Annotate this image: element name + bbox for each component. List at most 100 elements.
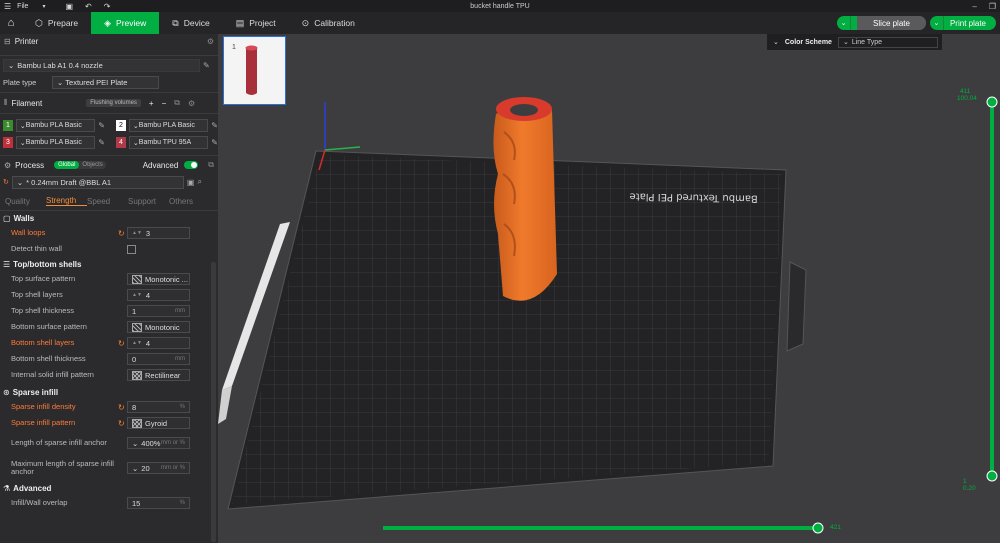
- minus-icon[interactable]: −: [162, 99, 167, 108]
- home-icon[interactable]: ⌂: [0, 12, 22, 34]
- param-internal-solid-infill-pattern: Internal solid infill pattern Rectilinea…: [0, 367, 218, 383]
- filament-slot-1[interactable]: 1: [3, 120, 13, 131]
- model-object[interactable]: [493, 97, 557, 301]
- edit-icon[interactable]: ✎: [211, 121, 218, 130]
- top-surface-pattern-select[interactable]: Monotonic ...: [127, 273, 190, 285]
- internal-solid-infill-pattern-select[interactable]: Rectilinear: [127, 369, 190, 381]
- bottom-shell-thickness-input[interactable]: 0 mm: [127, 353, 190, 365]
- flushing-volumes-button[interactable]: Flushing volumes: [86, 99, 141, 107]
- edit-icon[interactable]: ✎: [98, 138, 105, 147]
- tab-speed[interactable]: Speed: [87, 197, 128, 206]
- chevron-down-icon[interactable]: ⌄: [773, 38, 779, 46]
- tab-project[interactable]: ▤ Project: [223, 12, 289, 34]
- tab-device[interactable]: ⧉ Device: [159, 12, 222, 34]
- save-icon[interactable]: ▣: [187, 178, 195, 187]
- move-slider[interactable]: [383, 522, 824, 534]
- layer-slider[interactable]: [986, 96, 998, 482]
- filament-slot-4[interactable]: 4: [116, 137, 126, 148]
- 3d-viewport[interactable]: Bambu Textured PEI Plate: [218, 34, 1000, 543]
- printer-select[interactable]: ⌄ Bambu Lab A1 0.4 nozzle: [3, 58, 200, 72]
- param-value: 3: [145, 228, 151, 238]
- settings-scrollbar[interactable]: [211, 262, 216, 542]
- tab-strength[interactable]: Strength: [46, 196, 87, 206]
- wall-loops-input[interactable]: ▲▼ 3: [127, 227, 190, 239]
- tab-support[interactable]: Support: [128, 197, 169, 206]
- sparse-infill-pattern-select[interactable]: Gyroid: [127, 417, 190, 429]
- param-bottom-shell-thickness: Bottom shell thickness 0 mm: [0, 351, 218, 367]
- param-value: Gyroid: [145, 418, 168, 428]
- param-infill-wall-overlap: Infill/Wall overlap 15%: [0, 495, 218, 511]
- filament-slot-3[interactable]: 3: [3, 137, 13, 148]
- sparse-infill-density-input[interactable]: 8%: [127, 401, 190, 413]
- minimize-icon[interactable]: –: [972, 2, 976, 11]
- tab-preview[interactable]: ◈ Preview: [91, 12, 160, 34]
- restore-icon[interactable]: ❐: [989, 2, 996, 11]
- edit-icon[interactable]: ✎: [203, 61, 210, 70]
- sync-icon[interactable]: ⧉: [174, 98, 180, 108]
- stepper-icon[interactable]: ▲▼: [132, 293, 142, 298]
- refresh-icon[interactable]: ↻: [3, 178, 9, 186]
- plate-thumbnail[interactable]: 1: [223, 36, 286, 105]
- gear-icon[interactable]: ⚙: [207, 37, 214, 46]
- param-label: Bottom shell thickness: [11, 354, 86, 363]
- sparse-group-header[interactable]: ⊛ Sparse infill: [0, 385, 218, 399]
- reset-icon[interactable]: ↻: [118, 419, 125, 428]
- menu-icon[interactable]: ☰: [4, 2, 11, 11]
- max-length-anchor-input[interactable]: ⌄ 20 mm or %: [127, 462, 190, 474]
- top-shell-layers-input[interactable]: ▲▼ 4: [127, 289, 190, 301]
- top-shell-thickness-input[interactable]: 1 mm: [127, 305, 190, 317]
- tab-prepare[interactable]: ⬡ Prepare: [22, 12, 91, 34]
- filament-select[interactable]: ⌄ Bambu TPU 95A: [128, 136, 209, 149]
- plate-scene: Bambu Textured PEI Plate: [218, 96, 998, 534]
- plate-type-select[interactable]: ⌄ Textured PEI Plate: [52, 75, 159, 89]
- undo-icon[interactable]: ↶: [85, 2, 92, 11]
- topbottom-group-header[interactable]: ☰ Top/bottom shells: [0, 257, 218, 271]
- global-objects-toggle[interactable]: Global Objects: [54, 161, 106, 169]
- process-preset-select[interactable]: ⌄ * 0.24mm Draft @BBL A1: [11, 175, 184, 189]
- walls-group-header[interactable]: ▢ Walls: [0, 211, 218, 225]
- stepper-icon[interactable]: ▲▼: [132, 231, 142, 236]
- plus-icon[interactable]: +: [149, 99, 154, 108]
- chevron-down-icon[interactable]: ⌄: [837, 16, 852, 30]
- param-label: Internal solid infill pattern: [11, 370, 94, 379]
- redo-icon[interactable]: ↷: [104, 2, 111, 11]
- compare-icon[interactable]: ⧉: [208, 160, 214, 170]
- advanced-group-header[interactable]: ⚗ Advanced: [0, 481, 218, 495]
- advanced-toggle[interactable]: [184, 161, 199, 169]
- tab-calibration[interactable]: ⊙ Calibration: [289, 12, 368, 34]
- toggle-objects[interactable]: Objects: [79, 161, 105, 169]
- stepper-icon[interactable]: ▲▼: [132, 341, 142, 346]
- search-icon[interactable]: ⌕: [197, 177, 201, 187]
- infill-wall-overlap-input[interactable]: 15%: [127, 497, 190, 509]
- param-top-shell-layers: Top shell layers ▲▼ 4: [0, 287, 218, 303]
- filament-slot-2[interactable]: 2: [116, 120, 126, 131]
- chevron-down-icon[interactable]: ▾: [42, 3, 45, 10]
- file-menu[interactable]: File: [17, 3, 28, 10]
- chevron-down-icon: ⌄: [8, 60, 15, 70]
- tab-quality[interactable]: Quality: [5, 197, 46, 206]
- reset-icon[interactable]: ↻: [118, 229, 125, 238]
- bottom-shell-layers-input[interactable]: ▲▼ 4: [127, 337, 190, 349]
- filament-select[interactable]: ⌄ Bambu PLA Basic: [128, 119, 209, 132]
- filament-select[interactable]: ⌄ Bambu PLA Basic: [15, 136, 96, 149]
- save-icon[interactable]: ▣: [65, 2, 73, 11]
- project-icon: ▤: [235, 17, 245, 28]
- length-anchor-input[interactable]: ⌄ 400% mm or %: [127, 437, 190, 449]
- reset-icon[interactable]: ↻: [118, 403, 125, 412]
- slice-plate-button[interactable]: ⌄ Slice plate: [837, 16, 926, 30]
- chevron-down-icon[interactable]: ⌄: [930, 16, 944, 30]
- param-label: Infill/Wall overlap: [11, 498, 68, 507]
- toggle-global[interactable]: Global: [54, 161, 80, 169]
- cube-icon: ⬡: [35, 17, 43, 28]
- print-plate-button[interactable]: ⌄ Print plate: [929, 16, 996, 30]
- param-sparse-infill-density: Sparse infill density ↻ 8%: [0, 399, 218, 415]
- color-scheme-select[interactable]: ⌄ Line Type: [837, 36, 938, 48]
- detect-thin-wall-checkbox[interactable]: [127, 244, 136, 254]
- edit-icon[interactable]: ✎: [211, 138, 218, 147]
- reset-icon[interactable]: ↻: [118, 339, 125, 348]
- gear-icon[interactable]: ⚙: [188, 99, 195, 108]
- tab-others[interactable]: Others: [169, 197, 210, 206]
- bottom-surface-pattern-select[interactable]: Monotonic: [127, 321, 190, 333]
- filament-select[interactable]: ⌄ Bambu PLA Basic: [15, 119, 96, 132]
- edit-icon[interactable]: ✎: [98, 121, 105, 130]
